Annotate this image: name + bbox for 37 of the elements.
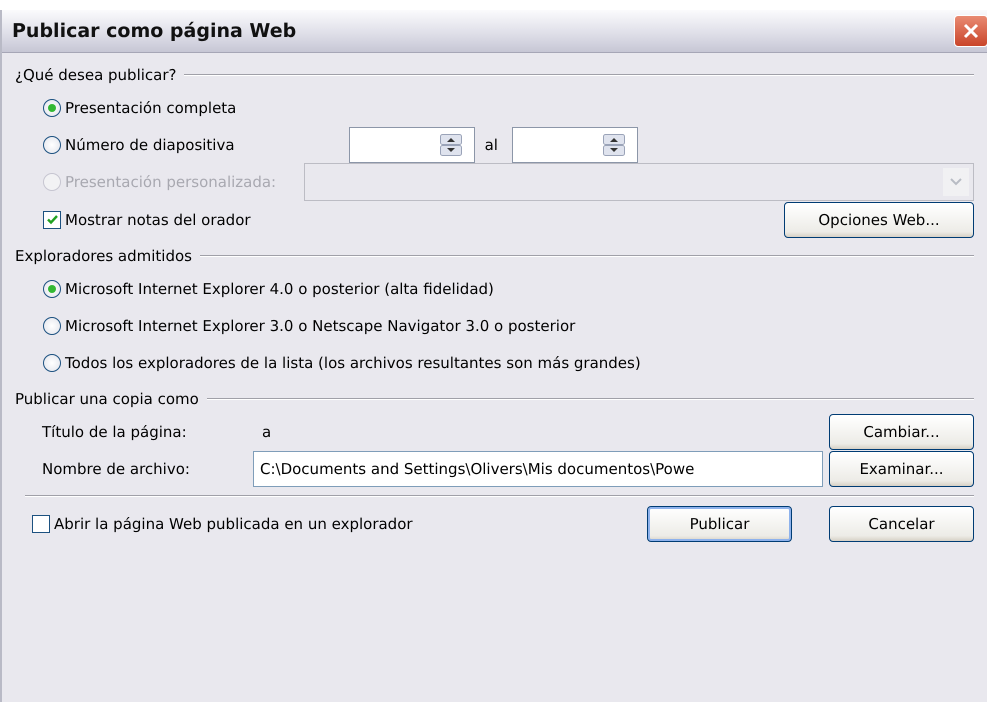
spin-buttons-icon — [602, 134, 625, 156]
section-heading: Exploradores admitidos — [15, 247, 192, 265]
field-label: Nombre de archivo: — [42, 460, 191, 478]
file-name-field[interactable]: C:\Documents and Settings\Olivers\Mis documentos\Powe — [253, 450, 823, 486]
option-label: Microsoft Internet Explorer 3.0 o Netscape Navigator 3.0 o posterior — [65, 316, 576, 334]
spin-buttons-icon — [440, 134, 462, 156]
section-heading: Publicar una copia como — [15, 390, 199, 408]
radio-button[interactable] — [43, 98, 61, 116]
radio-button[interactable] — [43, 136, 61, 154]
button[interactable]: Publicar — [647, 506, 792, 542]
option-label: Microsoft Internet Explorer 4.0 o posterior (alta fidelidad) — [65, 280, 494, 298]
option-label: Todos los exploradores de la lista (los archivos resultantes son más grandes) — [65, 354, 641, 372]
close-button[interactable] — [954, 15, 987, 47]
option-label: Presentación personalizada: — [65, 173, 276, 191]
option-label: Número de diapositiva — [65, 136, 235, 154]
page-title-value: a — [262, 422, 272, 440]
check-mark-icon — [46, 213, 58, 226]
field-label: Título de la página: — [42, 422, 188, 440]
section-heading: ¿Qué desea publicar? — [15, 66, 176, 84]
checkbox[interactable] — [32, 514, 50, 532]
window-title: Publicar como página Web — [12, 20, 296, 42]
range-label: al — [484, 136, 498, 154]
button[interactable]: Examinar... — [829, 450, 974, 486]
checkbox-label: Abrir la página Web publicada en un explorador — [54, 514, 413, 532]
checkbox[interactable] — [43, 210, 61, 228]
option-label: Presentación completa — [65, 98, 236, 116]
spin-field[interactable] — [512, 126, 638, 162]
button[interactable]: Opciones Web... — [784, 202, 974, 238]
radio-button[interactable] — [43, 280, 61, 298]
dropdown-field[interactable] — [304, 163, 974, 201]
button[interactable]: Cancelar — [829, 506, 974, 542]
spin-field[interactable] — [348, 126, 475, 162]
radio-button[interactable] — [43, 316, 61, 334]
button[interactable]: Cambiar... — [829, 414, 974, 450]
close-icon — [962, 22, 980, 40]
checkbox-label: Mostrar notas del orador — [65, 210, 251, 228]
radio-button[interactable] — [43, 354, 61, 372]
